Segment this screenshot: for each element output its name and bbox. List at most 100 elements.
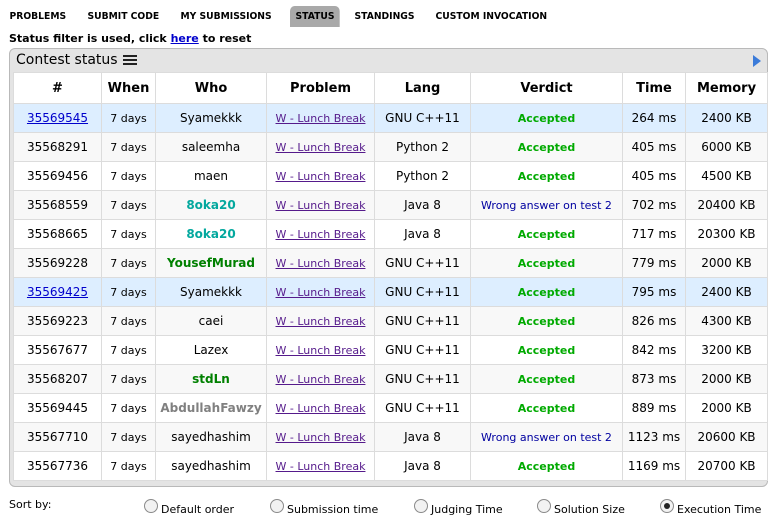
table-row: 35569445 7 days AbdullahFawzy W - Lunch Bre… (13, 393, 768, 423)
verdict-text: Accepted (517, 169, 576, 183)
memory-cell: 20700 KB (685, 451, 768, 481)
radio-label: Default order (161, 503, 235, 516)
user-handle[interactable]: Syamekkk (180, 111, 242, 125)
user-handle[interactable]: stdLn (192, 372, 230, 386)
verdict-cell: Accepted (470, 277, 623, 307)
when-cell: 7 days (101, 306, 156, 336)
submission-id-cell: 35569223 (13, 306, 102, 336)
list-icon (122, 54, 137, 66)
verdict-cell: Accepted (470, 364, 623, 394)
problem-link[interactable]: W - Lunch Break (276, 431, 366, 444)
user-handle[interactable]: sayedhashim (171, 459, 251, 473)
verdict-cell: Accepted (470, 103, 623, 133)
user-handle[interactable]: 8oka20 (186, 198, 235, 212)
verdict-text: Accepted (517, 111, 576, 125)
problem-link[interactable]: W - Lunch Break (276, 286, 366, 299)
who-cell: stdLn (155, 364, 267, 394)
memory-cell: 20400 KB (685, 190, 768, 220)
table-row: 35568665 7 days 8oka20 W - Lunch Break Java … (13, 219, 768, 249)
user-handle[interactable]: maen (194, 169, 228, 183)
radio-submission-time[interactable] (270, 499, 284, 513)
problem-link[interactable]: W - Lunch Break (276, 112, 366, 125)
radio-default-order[interactable] (144, 499, 158, 513)
sort-default-order[interactable]: Default order (144, 497, 234, 516)
submission-id: 35568665 (26, 227, 89, 241)
sort-judging-time[interactable]: Judging Time (414, 497, 503, 516)
table-row: 35567710 7 days sayedhashim W - Lunch Break… (13, 422, 768, 452)
expand-arrow-icon[interactable] (753, 55, 761, 67)
user-handle[interactable]: YousefMurad (167, 256, 255, 270)
tab-standings[interactable]: STANDINGS (349, 6, 420, 27)
verdict-text: Accepted (517, 314, 576, 328)
sort-label: Sort by: (9, 498, 52, 511)
sort-solution-size[interactable]: Solution Size (537, 497, 625, 516)
lang-cell: Java 8 (374, 219, 471, 249)
radio-solution-size[interactable] (537, 499, 551, 513)
problem-link[interactable]: W - Lunch Break (276, 228, 366, 241)
submission-id: 35567677 (26, 343, 89, 357)
user-handle[interactable]: sayedhashim (171, 430, 251, 444)
user-handle[interactable]: caei (199, 314, 224, 328)
problem-link[interactable]: W - Lunch Break (276, 141, 366, 154)
submission-id: 35568291 (26, 140, 89, 154)
when-cell: 7 days (101, 451, 156, 481)
user-handle[interactable]: AbdullahFawzy (160, 401, 261, 415)
submission-id: 35569456 (26, 169, 89, 183)
who-cell: maen (155, 161, 267, 191)
tab-my-submissions[interactable]: MY SUBMISSIONS (175, 6, 277, 27)
when-cell: 7 days (101, 335, 156, 365)
verdict-text: Accepted (517, 256, 576, 270)
user-handle[interactable]: Lazex (194, 343, 229, 357)
tab-status[interactable]: STATUS (290, 6, 341, 27)
who-cell: sayedhashim (155, 422, 267, 452)
problem-cell: W - Lunch Break (266, 190, 375, 220)
problem-link[interactable]: W - Lunch Break (276, 402, 366, 415)
lang-cell: GNU C++11 (374, 364, 471, 394)
problem-cell: W - Lunch Break (266, 335, 375, 365)
verdict-cell: Accepted (470, 132, 623, 162)
time-cell: 873 ms (622, 364, 686, 394)
submission-id-cell: 35568665 (13, 219, 102, 249)
problem-cell: W - Lunch Break (266, 161, 375, 191)
who-cell: 8oka20 (155, 190, 267, 220)
reset-filter-link[interactable]: here (171, 32, 199, 45)
table-row: 35568291 7 days saleemha W - Lunch Break Pyt… (13, 132, 768, 162)
tab-custom-invocation[interactable]: CUSTOM INVOCATION (430, 6, 553, 27)
when-cell: 7 days (101, 277, 156, 307)
user-handle[interactable]: Syamekkk (180, 285, 242, 299)
problem-link[interactable]: W - Lunch Break (276, 460, 366, 473)
problem-link[interactable]: W - Lunch Break (276, 199, 366, 212)
tab-problems[interactable]: PROBLEMS (4, 6, 72, 27)
col-id-header[interactable]: # (13, 72, 102, 104)
tab-submit-code[interactable]: SUBMIT CODE (82, 6, 165, 27)
verdict-text: Wrong answer on test 2 (481, 198, 612, 212)
submission-id-cell: 35567736 (13, 451, 102, 481)
submission-id-link[interactable]: 35569425 (27, 285, 88, 299)
time-cell: 842 ms (622, 335, 686, 365)
problem-link[interactable]: W - Lunch Break (276, 344, 366, 357)
verdict-text: Accepted (517, 343, 576, 357)
time-cell: 717 ms (622, 219, 686, 249)
sort-submission-time[interactable]: Submission time (270, 497, 378, 516)
radio-execution-time[interactable] (660, 499, 674, 513)
user-handle[interactable]: saleemha (182, 140, 240, 154)
problem-link[interactable]: W - Lunch Break (276, 170, 366, 183)
verdict-text: Accepted (517, 285, 576, 299)
user-handle[interactable]: 8oka20 (186, 227, 235, 241)
verdict-cell: Accepted (470, 335, 623, 365)
submission-id-cell: 35568559 (13, 190, 102, 220)
problem-link[interactable]: W - Lunch Break (276, 315, 366, 328)
problem-link[interactable]: W - Lunch Break (276, 373, 366, 386)
problem-link[interactable]: W - Lunch Break (276, 257, 366, 270)
radio-judging-time[interactable] (414, 499, 428, 513)
sort-execution-time[interactable]: Execution Time (660, 497, 761, 516)
submission-id-cell: 35568207 (13, 364, 102, 394)
col-time-header: Time (622, 72, 686, 104)
submission-id: 35568559 (26, 198, 89, 212)
verdict-text: Accepted (517, 401, 576, 415)
time-cell: 826 ms (622, 306, 686, 336)
lang-cell: GNU C++11 (374, 393, 471, 423)
time-cell: 1123 ms (622, 422, 686, 452)
submission-id-cell: 35569456 (13, 161, 102, 191)
submission-id-link[interactable]: 35569545 (27, 111, 88, 125)
